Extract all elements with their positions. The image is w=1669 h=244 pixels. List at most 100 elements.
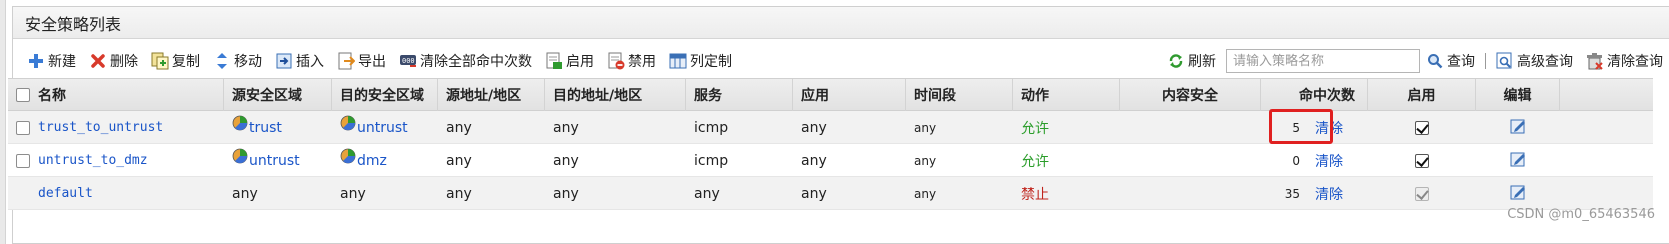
select-all-checkbox[interactable] (16, 88, 30, 102)
content-security-cell (1120, 177, 1261, 210)
enabled-checkbox[interactable] (1415, 153, 1429, 168)
enable-icon (545, 52, 563, 70)
move-button[interactable]: 移动 (213, 51, 262, 71)
advanced-search-button[interactable]: 高级查询 (1496, 51, 1573, 71)
header-schedule[interactable]: 时间段 (906, 79, 1013, 111)
header-content-security[interactable]: 内容安全 (1120, 79, 1261, 111)
destination-address-cell: any (553, 152, 579, 169)
service-cell: any (694, 185, 720, 202)
schedule-cell: any (914, 120, 937, 135)
source-zone-cell: untrust (224, 144, 332, 177)
header-hit-count[interactable]: 命中次数 (1261, 79, 1368, 111)
search-button[interactable]: 查询 (1426, 51, 1475, 71)
action-cell: 禁止 (1021, 186, 1049, 203)
export-button[interactable]: 导出 (337, 51, 386, 71)
disable-button[interactable]: 禁用 (607, 51, 656, 71)
copy-icon (151, 52, 169, 70)
policy-name-cell: untrust_to_dmz (8, 144, 224, 177)
insert-icon (275, 52, 293, 70)
policy-name-link[interactable]: untrust_to_dmz (38, 153, 148, 168)
enable-button[interactable]: 启用 (545, 51, 594, 71)
action-cell: 允许 (1021, 153, 1049, 170)
source-zone[interactable]: untrust (232, 148, 300, 169)
edit-icon[interactable] (1509, 150, 1527, 172)
edit-cell (1476, 111, 1560, 144)
header-service[interactable]: 服务 (686, 79, 793, 111)
copy-button[interactable]: 复制 (151, 51, 200, 71)
content-security-cell (1120, 111, 1261, 144)
policy-name-link[interactable]: trust_to_untrust (38, 120, 163, 135)
policy-name-link[interactable]: default (38, 186, 93, 201)
header-application[interactable]: 应用 (793, 79, 906, 111)
destination-address-cell: any (553, 185, 579, 202)
schedule-cell: any (914, 153, 937, 168)
toolbar: 新建 删除 复制 移动 插入 导出 000 清除全部命中次数 启用 禁用 列定制… (13, 47, 1669, 75)
enabled-checkbox[interactable] (1415, 120, 1429, 135)
header-source-address[interactable]: 源地址/地区 (438, 79, 545, 111)
export-icon (337, 52, 355, 70)
hit-count-highlight-box (1269, 109, 1333, 144)
action-cell: 允许 (1021, 120, 1049, 137)
clear-hits-link[interactable]: 清除 (1310, 177, 1368, 210)
policy-name-cell: trust_to_untrust (8, 111, 224, 144)
source-zone[interactable]: trust (232, 115, 282, 136)
header-destination-address[interactable]: 目的地址/地区 (545, 79, 686, 111)
clear-search-button[interactable]: 清除查询 (1586, 51, 1663, 71)
hit-count-cell: 0 (1292, 153, 1300, 168)
source-address-cell: any (446, 152, 472, 169)
svg-text:000: 000 (402, 57, 415, 65)
refresh-button[interactable]: 刷新 (1167, 51, 1216, 71)
header-action[interactable]: 动作 (1013, 79, 1120, 111)
new-button[interactable]: 新建 (27, 51, 76, 71)
destination-zone-cell: untrust (332, 111, 438, 144)
application-cell: any (801, 152, 827, 169)
destination-zone[interactable]: untrust (340, 115, 408, 136)
enabled-cell (1368, 144, 1476, 177)
policy-name-search-input[interactable] (1226, 49, 1420, 73)
delete-button[interactable]: 删除 (89, 51, 138, 71)
edit-cell (1476, 177, 1560, 210)
toolbar-separator (1485, 53, 1486, 69)
hit-count-cell: 35 (1284, 186, 1300, 201)
move-icon (213, 52, 231, 70)
service-cell: icmp (694, 152, 729, 169)
destination-zone-cell: dmz (332, 144, 438, 177)
delete-x-icon (89, 52, 107, 70)
header-destination-zone[interactable]: 目的安全区域 (332, 79, 438, 111)
application-cell: any (801, 185, 827, 202)
schedule-cell: any (914, 186, 937, 201)
table-row[interactable]: trust_to_untrust trust untrust any any i… (8, 111, 1653, 144)
left-edge-strip (0, 0, 6, 244)
application-cell: any (801, 119, 827, 136)
enabled-checkbox (1415, 186, 1429, 201)
header-enabled[interactable]: 启用 (1368, 79, 1476, 111)
plus-icon (27, 52, 45, 70)
refresh-icon (1167, 52, 1185, 70)
table-row[interactable]: untrust_to_dmz untrust dmz any any icmp … (8, 144, 1653, 177)
service-cell: icmp (694, 119, 729, 136)
disable-icon (607, 52, 625, 70)
clear-hits-icon: 000 (399, 52, 417, 70)
header-edit[interactable]: 编辑 (1476, 79, 1560, 111)
destination-address-cell: any (553, 119, 579, 136)
header-name[interactable]: 名称 (8, 79, 224, 111)
policy-name-cell: default (8, 177, 224, 210)
advanced-search-icon (1496, 52, 1514, 70)
clear-hits-link[interactable]: 清除 (1310, 144, 1368, 177)
edit-icon[interactable] (1509, 117, 1527, 139)
insert-button[interactable]: 插入 (275, 51, 324, 71)
header-source-zone[interactable]: 源安全区域 (224, 79, 332, 111)
policy-table: 名称 源安全区域 目的安全区域 源地址/地区 目的地址/地区 服务 应用 时间段… (8, 78, 1653, 210)
customize-columns-button[interactable]: 列定制 (669, 51, 732, 71)
zone-icon (232, 148, 248, 164)
zone-icon (232, 115, 248, 131)
row-checkbox[interactable] (16, 120, 30, 135)
clear-all-hits-button[interactable]: 000 清除全部命中次数 (399, 51, 532, 71)
row-checkbox[interactable] (16, 153, 30, 168)
columns-icon (669, 52, 687, 70)
table-row[interactable]: default any any any any any any any 禁止 3… (8, 177, 1653, 210)
zone-icon (340, 115, 356, 131)
destination-zone[interactable]: dmz (340, 148, 387, 169)
edit-icon[interactable] (1509, 183, 1527, 205)
content-security-cell (1120, 144, 1261, 177)
